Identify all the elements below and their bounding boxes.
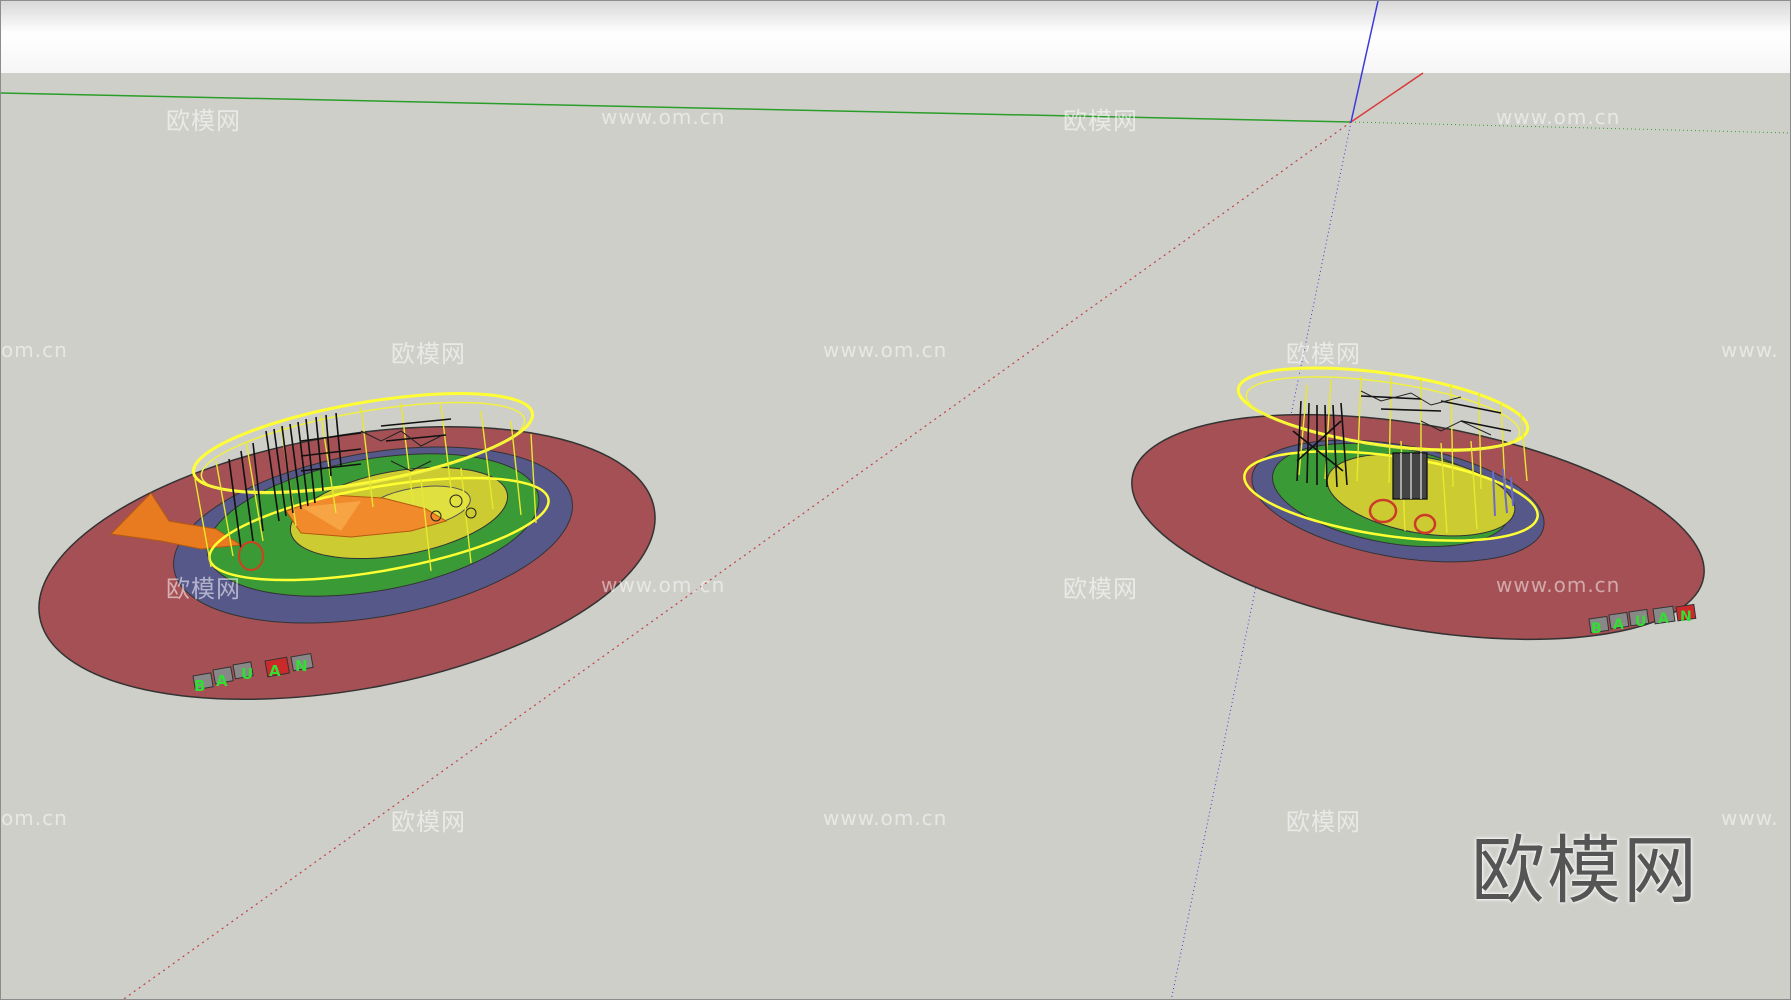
sign-letter: A [1658, 611, 1669, 627]
sign-letter: U [241, 665, 253, 683]
watermark-url: www. [1721, 806, 1779, 830]
watermark-url: www.om.cn [823, 338, 948, 362]
sign-letter: U [1635, 614, 1646, 630]
watermark-brand: 欧模网 [391, 340, 466, 368]
sign-letter: B [194, 677, 205, 695]
watermark-url: www.om.cn [601, 573, 726, 597]
sign-letter: N [1680, 609, 1692, 625]
watermark-url: om.cn [1, 338, 68, 362]
sign-letter: A [1613, 617, 1624, 633]
sign-letter: A [216, 672, 228, 690]
watermark-brand: 欧模网 [166, 575, 241, 603]
sign-letter: N [295, 657, 308, 675]
watermark-brand: 欧模网 [166, 107, 241, 135]
watermark-brand: 欧模网 [1286, 340, 1361, 368]
sign-letter: B [1591, 621, 1602, 637]
corner-logo-watermark: 欧模网 [1471, 828, 1699, 914]
watermark-brand: 欧模网 [391, 808, 466, 836]
playground-model-right[interactable]: B A U A N [1115, 353, 1722, 678]
watermark-url: www.om.cn [1496, 573, 1621, 597]
playground-model-left[interactable]: B A U A N [18, 374, 677, 743]
sketchup-viewport[interactable]: B A U A N B A U A N 欧模网 www.om.cn 欧模网 ww… [0, 0, 1791, 1000]
watermark-url: www.om.cn [823, 806, 948, 830]
watermark-url: www.om.cn [1496, 105, 1621, 129]
watermark-url: om.cn [1, 806, 68, 830]
sign-letter: A [269, 662, 281, 680]
red-axis [1350, 72, 1424, 123]
watermark-url: www. [1721, 338, 1779, 362]
watermark-brand: 欧模网 [1063, 107, 1138, 135]
watermark-brand: 欧模网 [1286, 808, 1361, 836]
watermark-url: www.om.cn [601, 105, 726, 129]
blue-axis [1350, 1, 1379, 123]
watermark-brand: 欧模网 [1063, 575, 1138, 603]
